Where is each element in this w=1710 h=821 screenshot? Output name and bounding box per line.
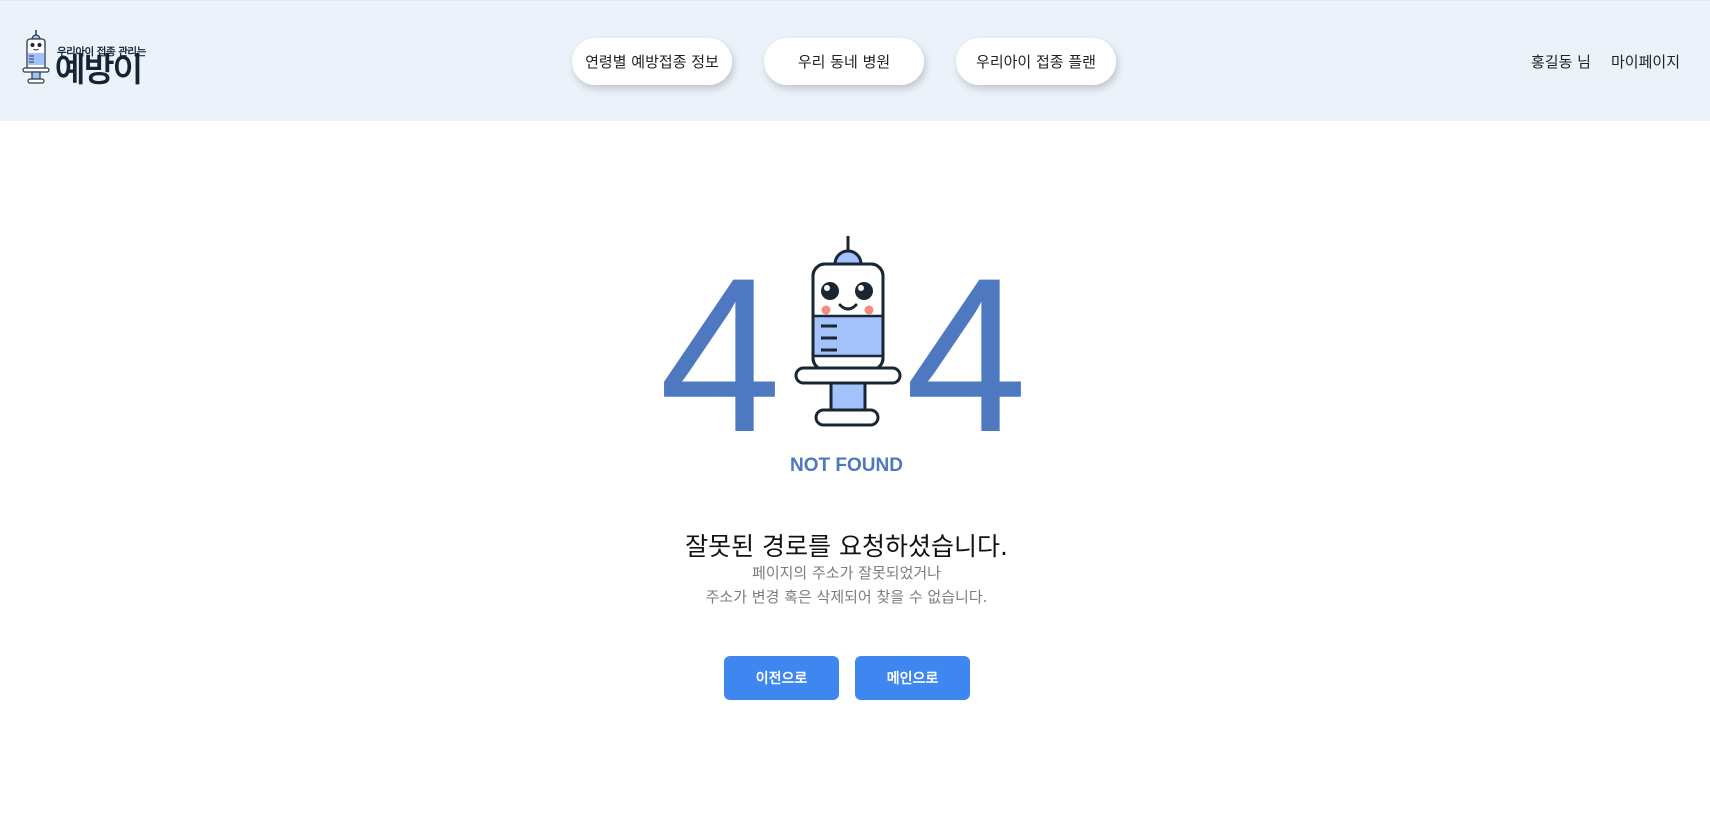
syringe-mascot-icon — [794, 236, 902, 427]
logo[interactable]: 우리아이 접종 관리는 예방이 — [20, 29, 160, 93]
error-code-digit-left: 4 — [659, 232, 782, 478]
nav-age-vaccination-info[interactable]: 연령별 예방접종 정보 — [572, 38, 732, 85]
error-description-line2: 주소가 변경 혹은 삭제되어 찾을 수 없습니다. — [705, 588, 988, 606]
main-button[interactable]: 메인으로 — [855, 656, 970, 700]
nav-vaccination-plan[interactable]: 우리아이 접종 플랜 — [956, 38, 1116, 85]
header: 우리아이 접종 관리는 예방이 연령별 예방접종 정보 우리 동네 병원 우리아… — [0, 0, 1710, 121]
logo-name: 예방이 — [55, 50, 143, 89]
error-description-line1: 페이지의 주소가 잘못되었거나 — [752, 564, 941, 582]
error-title: 잘못된 경로를 요청하셨습니다. — [685, 532, 1008, 561]
error-code-digit-right: 4 — [905, 232, 1028, 478]
not-found-label: NOT FOUND — [790, 455, 903, 476]
back-button[interactable]: 이전으로 — [724, 656, 839, 700]
nav-local-hospital[interactable]: 우리 동네 병원 — [764, 38, 924, 85]
mypage-link[interactable]: 마이페이지 — [1611, 51, 1680, 72]
syringe-logo-icon — [22, 30, 50, 84]
user-name-link[interactable]: 홍길동 님 — [1531, 51, 1591, 72]
